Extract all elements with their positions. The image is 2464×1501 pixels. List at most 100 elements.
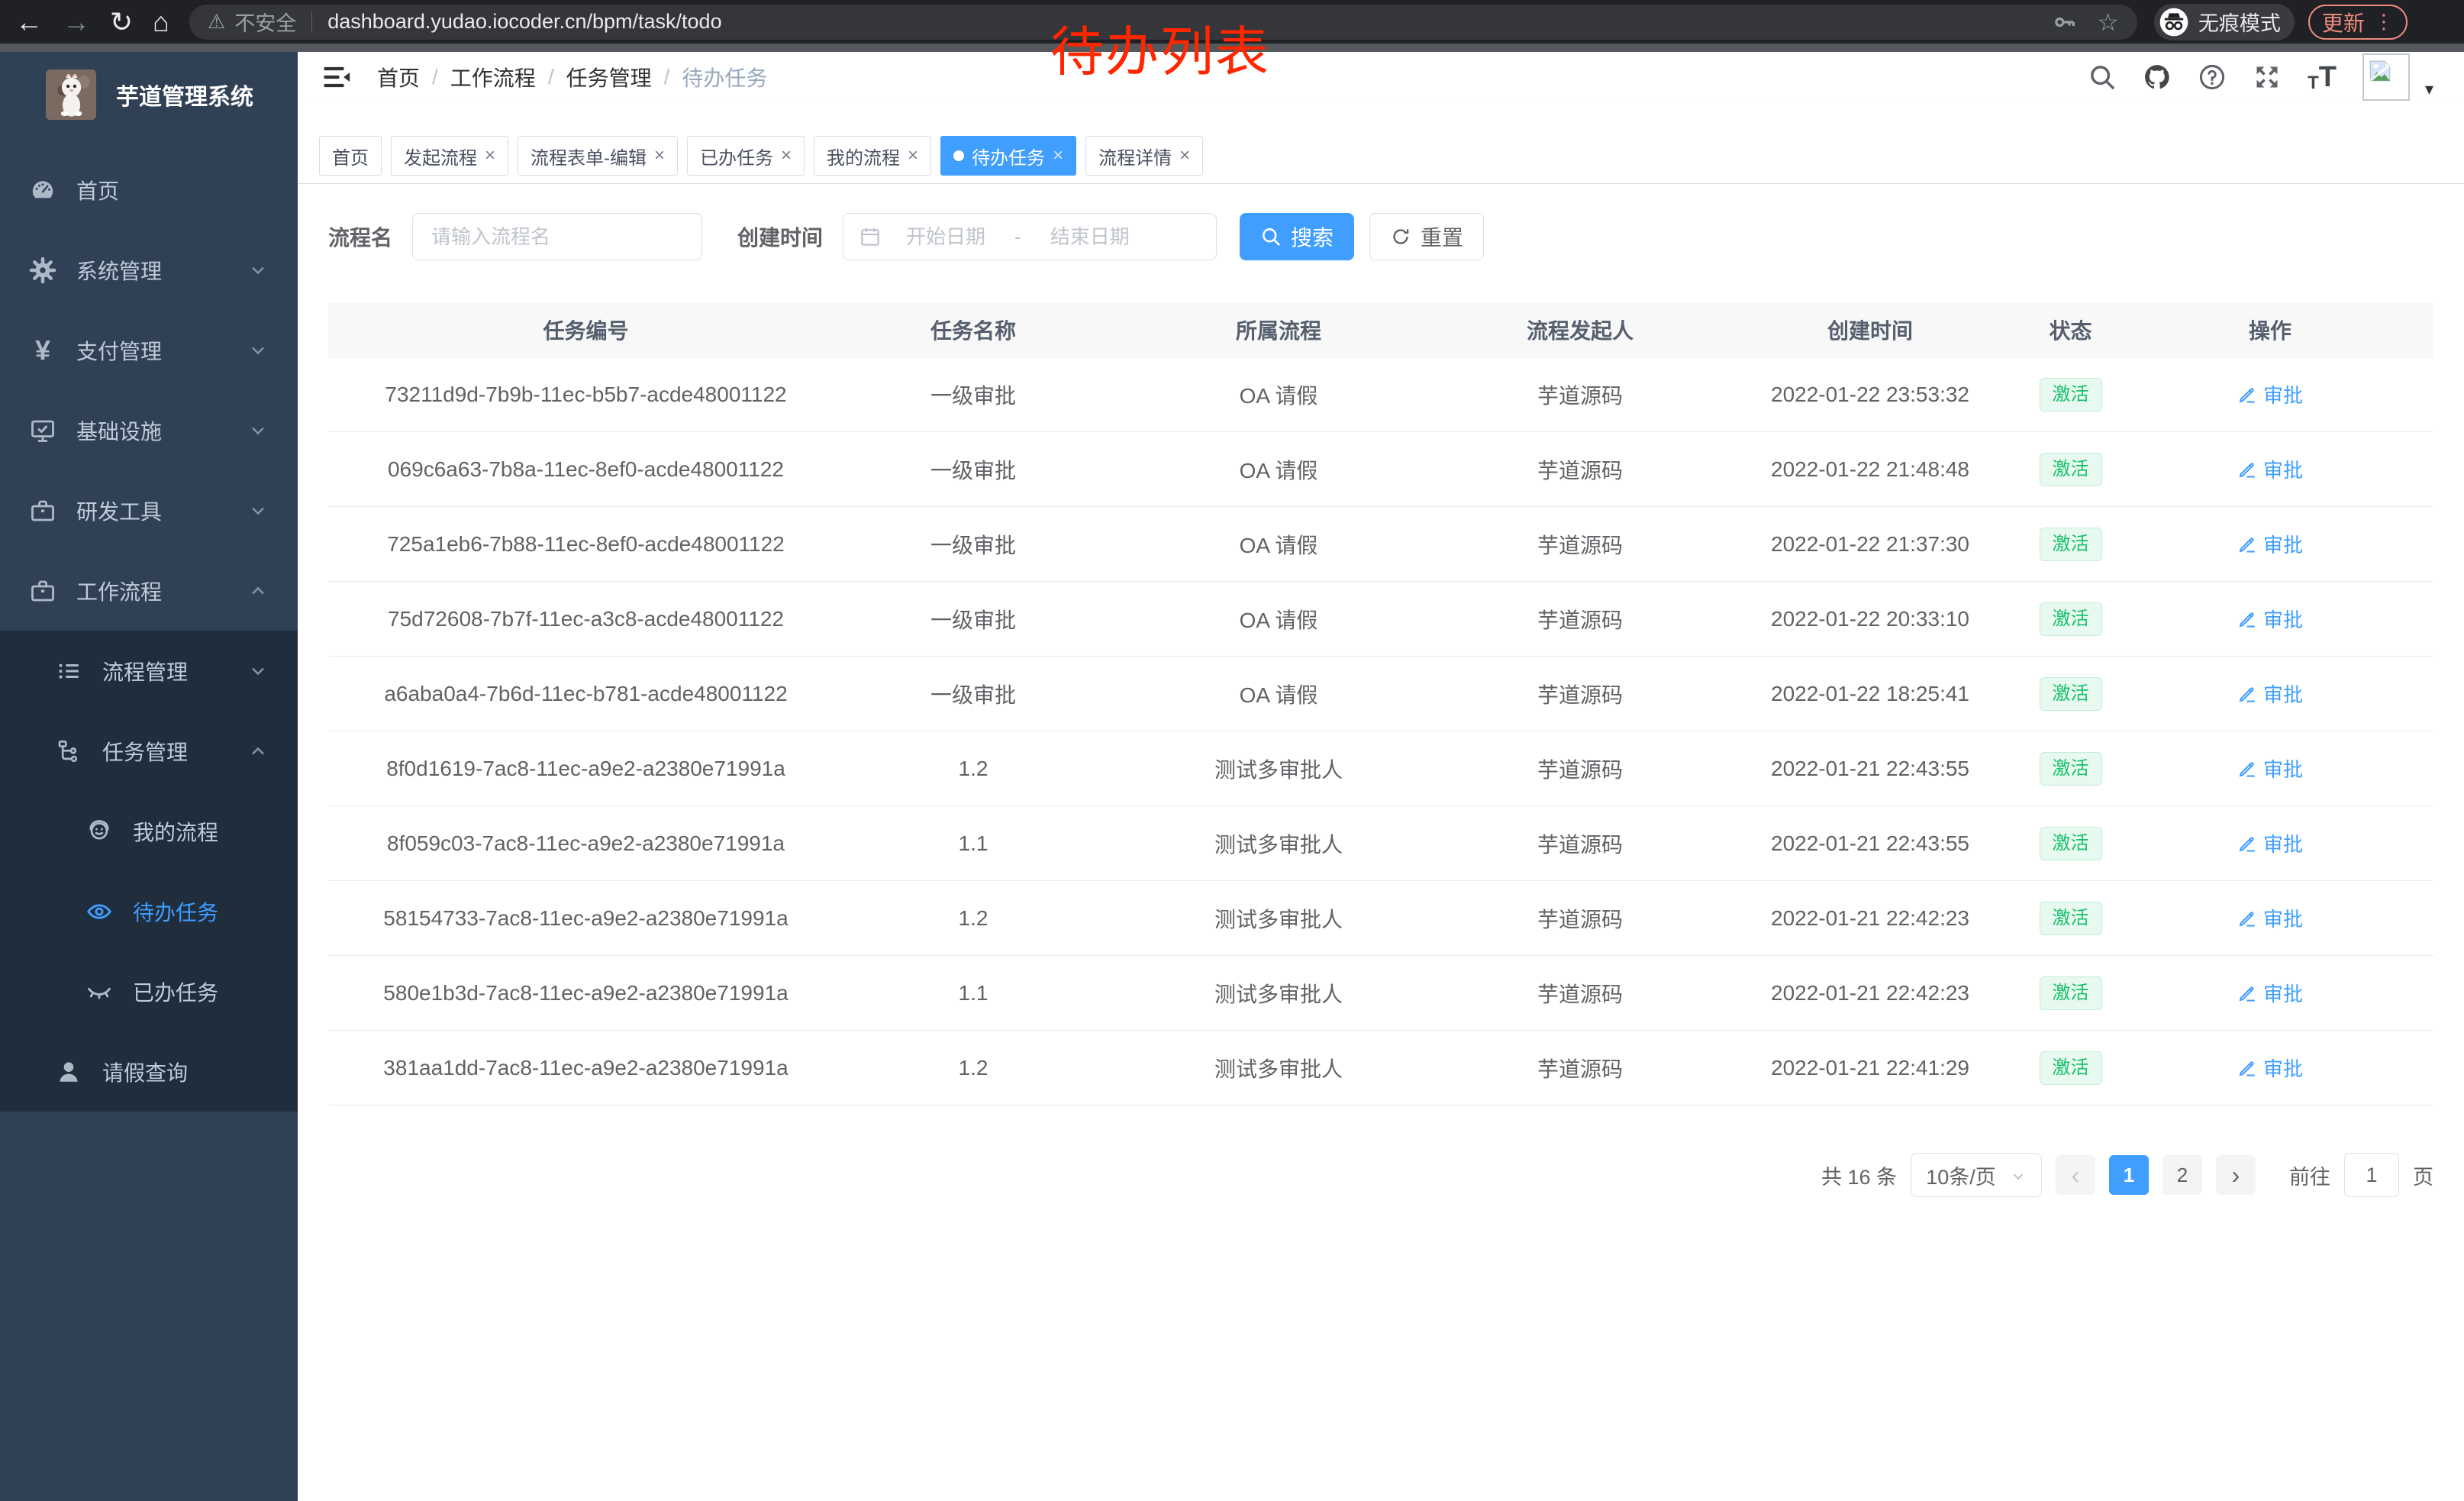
end-date-input[interactable] <box>1026 225 1154 249</box>
cell-name: 1.1 <box>843 981 1103 1006</box>
prev-page-button[interactable]: ‹ <box>2056 1155 2095 1195</box>
breadcrumb-item-任务管理[interactable]: 任务管理 <box>566 62 652 92</box>
tab-待办任务[interactable]: 待办任务× <box>940 136 1076 176</box>
approve-link[interactable]: 审批 <box>2237 829 2303 857</box>
sidebar-item-任务管理[interactable]: 任务管理 <box>0 711 298 791</box>
toolbox-icon <box>29 497 56 525</box>
github-icon[interactable] <box>2143 63 2172 92</box>
close-icon[interactable]: × <box>1179 147 1190 165</box>
browser-update-button[interactable]: 更新 ⋮ <box>2308 5 2408 40</box>
page-button-1[interactable]: 1 <box>2109 1155 2149 1195</box>
cell-initiator: 芋道源码 <box>1454 454 1706 485</box>
close-icon[interactable]: × <box>1053 147 1063 165</box>
close-icon[interactable]: × <box>908 147 918 165</box>
browser-back-icon[interactable]: ← <box>15 8 43 36</box>
refresh-icon <box>1390 226 1411 247</box>
hamburger-icon[interactable] <box>321 61 353 93</box>
sidebar-item-系统管理[interactable]: 系统管理 <box>0 230 298 310</box>
cell-initiator: 芋道源码 <box>1454 379 1706 410</box>
sidebar-item-工作流程[interactable]: 工作流程 <box>0 550 298 631</box>
font-size-icon[interactable]: TT <box>2308 61 2337 94</box>
sidebar-item-label: 工作流程 <box>76 576 162 606</box>
sidebar-item-请假查询[interactable]: 请假查询 <box>0 1031 298 1112</box>
incognito-badge: 无痕模式 <box>2154 4 2295 40</box>
breadcrumb-item-首页[interactable]: 首页 <box>377 62 420 92</box>
tab-首页[interactable]: 首页 <box>319 136 382 176</box>
sidebar-item-首页[interactable]: 首页 <box>0 150 298 230</box>
approve-link[interactable]: 审批 <box>2237 979 2303 1007</box>
approve-link[interactable]: 审批 <box>2237 530 2303 558</box>
close-icon[interactable]: × <box>485 147 495 165</box>
close-icon[interactable]: × <box>654 147 665 165</box>
sidebar-item-研发工具[interactable]: 研发工具 <box>0 470 298 550</box>
approve-link[interactable]: 审批 <box>2237 754 2303 783</box>
sidebar-item-流程管理[interactable]: 流程管理 <box>0 631 298 711</box>
status-badge: 激活 <box>2040 827 2102 860</box>
date-range-picker[interactable]: - <box>843 213 1217 260</box>
next-page-button[interactable]: › <box>2216 1155 2256 1195</box>
chevron-down-icon <box>247 260 269 281</box>
approve-link[interactable]: 审批 <box>2237 605 2303 633</box>
cell-process: OA 请假 <box>1103 679 1454 709</box>
browser-menu-icon[interactable]: ⋮ <box>2374 10 2394 34</box>
start-date-input[interactable] <box>882 225 1010 249</box>
annotation-overlay: 待办列表 <box>1050 9 1270 86</box>
tab-流程表单-编辑[interactable]: 流程表单-编辑× <box>518 136 678 176</box>
browser-forward-icon[interactable]: → <box>63 8 90 36</box>
tabs-bar: 首页发起流程×流程表单-编辑×已办任务×我的流程×待办任务×流程详情× <box>298 102 2464 184</box>
app-logo <box>46 69 96 120</box>
avatar[interactable] <box>2362 53 2410 101</box>
search-icon[interactable] <box>2088 63 2117 92</box>
reset-button[interactable]: 重置 <box>1369 213 1484 260</box>
header-actions: TT ▾ <box>2088 53 2433 101</box>
sidebar-item-label: 支付管理 <box>76 335 162 366</box>
approve-link[interactable]: 审批 <box>2237 380 2303 408</box>
breadcrumb: 首页/工作流程/任务管理/待办任务 <box>377 62 767 92</box>
sidebar-item-我的流程[interactable]: 我的流程 <box>0 791 298 871</box>
table-row: 8f0d1619-7ac8-11ec-a9e2-a2380e71991a1.2测… <box>328 731 2433 805</box>
breadcrumb-item-工作流程[interactable]: 工作流程 <box>450 62 536 92</box>
table-row: 580e1b3d-7ac8-11ec-a9e2-a2380e71991a1.1测… <box>328 955 2433 1030</box>
user-face-icon <box>85 818 113 845</box>
cell-created: 2022-01-21 22:43:55 <box>1706 831 2034 856</box>
password-key-icon[interactable] <box>2053 10 2077 34</box>
page-button-2[interactable]: 2 <box>2162 1155 2202 1195</box>
help-icon[interactable] <box>2198 63 2227 92</box>
bookmark-star-icon[interactable]: ☆ <box>2097 8 2119 37</box>
browser-home-icon[interactable]: ⌂ <box>153 8 169 36</box>
cell-created: 2022-01-22 21:37:30 <box>1706 532 2034 557</box>
sidebar-item-已办任务[interactable]: 已办任务 <box>0 951 298 1031</box>
sidebar-item-label: 待办任务 <box>133 896 218 927</box>
sidebar-item-基础设施[interactable]: 基础设施 <box>0 390 298 470</box>
status-badge: 激活 <box>2040 1051 2102 1085</box>
sidebar-item-待办任务[interactable]: 待办任务 <box>0 871 298 951</box>
tab-流程详情[interactable]: 流程详情× <box>1085 136 1203 176</box>
approve-link[interactable]: 审批 <box>2237 904 2303 932</box>
browser-reload-icon[interactable]: ↻ <box>110 8 133 36</box>
column-header-任务名称: 任务名称 <box>843 315 1103 345</box>
cell-name: 1.1 <box>843 831 1103 856</box>
cell-initiator: 芋道源码 <box>1454 679 1706 709</box>
table-row: 75d72608-7b7f-11ec-a3c8-acde48001122一级审批… <box>328 581 2433 656</box>
sidebar-item-label: 基础设施 <box>76 415 162 446</box>
tab-我的流程[interactable]: 我的流程× <box>814 136 931 176</box>
process-name-input[interactable] <box>412 213 702 260</box>
tab-已办任务[interactable]: 已办任务 × <box>687 136 805 176</box>
app-logo-row[interactable]: 芋道管理系统 <box>0 52 298 137</box>
sidebar-item-支付管理[interactable]: ¥支付管理 <box>0 310 298 390</box>
tab-label: 已办任务 <box>700 143 773 169</box>
search-button[interactable]: 搜索 <box>1240 213 1354 260</box>
approve-link[interactable]: 审批 <box>2237 679 2303 708</box>
fullscreen-icon[interactable] <box>2253 63 2282 92</box>
workflow-icon <box>29 577 56 605</box>
approve-link[interactable]: 审批 <box>2237 455 2303 483</box>
tab-发起流程[interactable]: 发起流程× <box>391 136 508 176</box>
page-size-select[interactable]: 10条/页 <box>1911 1153 2042 1197</box>
approve-link[interactable]: 审批 <box>2237 1054 2303 1082</box>
sidebar-menu: 首页系统管理¥支付管理基础设施研发工具工作流程流程管理任务管理我的流程待办任务已… <box>0 150 298 1112</box>
avatar-caret-icon[interactable]: ▾ <box>2425 79 2433 99</box>
page-buttons: 12 <box>2109 1155 2202 1195</box>
dashboard-icon <box>29 176 56 204</box>
close-icon[interactable]: × <box>781 147 792 165</box>
goto-page-input[interactable] <box>2344 1153 2399 1197</box>
